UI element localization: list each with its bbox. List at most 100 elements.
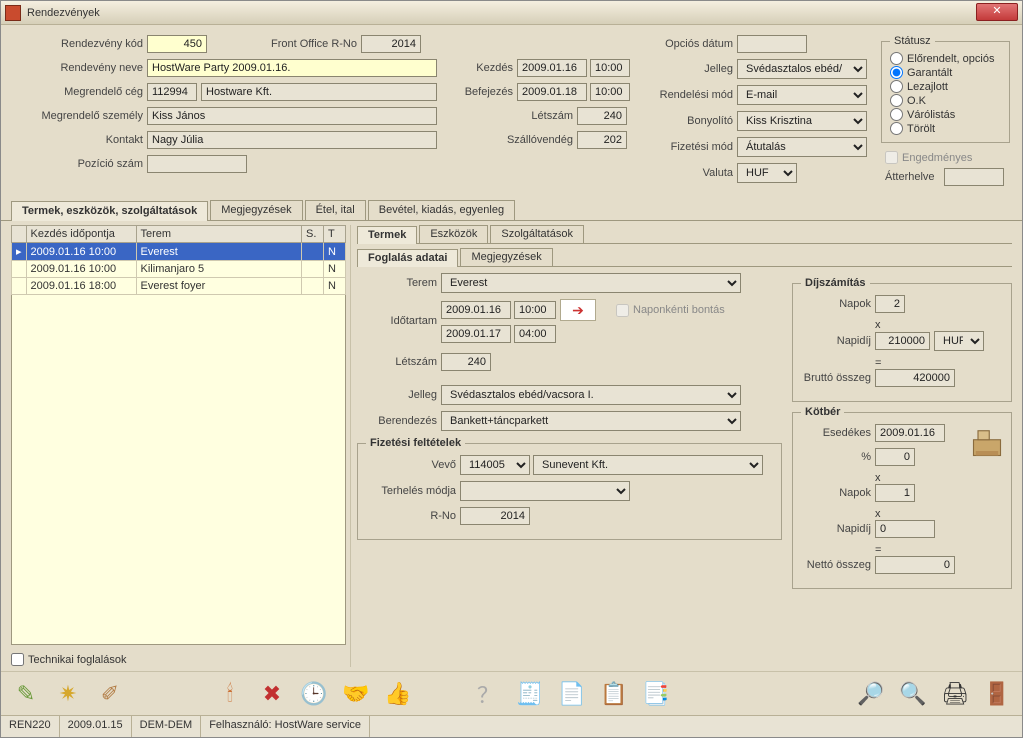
status-radio-guaranteed[interactable]	[890, 66, 903, 79]
subtab-booking-data[interactable]: Foglalás adatai	[357, 249, 458, 267]
rooms-grid[interactable]: Kezdés időpontja Terem S. T ▸ 2009.01.16…	[11, 225, 346, 295]
technical-bookings-checkbox[interactable]	[11, 653, 24, 666]
buyer-name-select[interactable]: Sunevent Kft.	[533, 455, 763, 475]
penalty-days-input[interactable]	[875, 484, 915, 502]
bk-type-select[interactable]: Svédasztalos ebéd/vacsora I.	[441, 385, 741, 405]
label-contact: Kontakt	[13, 134, 143, 146]
type-select[interactable]: Svédasztalos ebéd/	[737, 59, 867, 79]
customer-company-name[interactable]	[201, 83, 437, 101]
contact-input[interactable]	[147, 131, 437, 149]
label-hotel-guest: Szállóvendég	[443, 134, 573, 146]
col-t[interactable]: T	[324, 226, 346, 243]
zoom-search-icon[interactable]: 🔎	[854, 677, 888, 711]
bk-headcount-input[interactable]	[441, 353, 491, 371]
thumbs-up-icon[interactable]: 👍	[381, 677, 415, 711]
penalty-daily-rate-input[interactable]	[875, 520, 935, 538]
label-bk-headcount: Létszám	[357, 356, 437, 368]
tab-notes[interactable]: Megjegyzések	[210, 200, 302, 220]
close-icon[interactable]: ✕	[976, 3, 1018, 21]
printer-icon[interactable]: 🖨	[938, 677, 972, 711]
bk-equipment-select[interactable]: Bankett+táncparkett	[441, 411, 741, 431]
date-range-icon[interactable]: ➔	[560, 299, 596, 321]
subtab-equipment[interactable]: Eszközök	[419, 225, 488, 243]
status-env: DEM-DEM	[132, 716, 202, 737]
main-tabstrip: Termek, eszközök, szolgáltatások Megjegy…	[1, 200, 1022, 221]
tab-finance[interactable]: Bevétel, kiadás, egyenleg	[368, 200, 515, 220]
subtab-services[interactable]: Szolgáltatások	[490, 225, 584, 243]
start-time-input[interactable]	[590, 59, 630, 77]
grid-empty-area	[11, 295, 346, 645]
col-s[interactable]: S.	[302, 226, 324, 243]
label-pct: %	[801, 451, 871, 463]
penalty-fieldset: Kötbér Esedékes % x	[792, 406, 1012, 589]
duration-start-date[interactable]	[441, 301, 511, 319]
tab-food[interactable]: Étel, ital	[305, 200, 366, 220]
label-payment-mode: Fizetési mód	[643, 141, 733, 153]
clipboard-icon[interactable]: 📋	[597, 677, 631, 711]
rno-input[interactable]	[460, 507, 530, 525]
penalty-net-input[interactable]	[875, 556, 955, 574]
front-office-input[interactable]	[361, 35, 421, 53]
app-icon	[5, 5, 21, 21]
table-row[interactable]: 2009.01.16 10:00 Kilimanjaro 5 N	[12, 261, 346, 278]
status-radio-deleted[interactable]	[890, 122, 903, 135]
document-icon[interactable]: 📄	[555, 677, 589, 711]
option-date-input[interactable]	[737, 35, 807, 53]
candle-icon[interactable]: 🕯	[213, 677, 247, 711]
event-code-input[interactable]	[147, 35, 207, 53]
status-radio-ok[interactable]	[890, 94, 903, 107]
label-customer-company: Megrendelő cég	[13, 86, 143, 98]
table-row[interactable]: ▸ 2009.01.16 10:00 Everest N	[12, 243, 346, 261]
label-billing-mode: Terhelés módja	[366, 485, 456, 497]
label-front-office: Front Office R-No	[237, 38, 357, 50]
duration-start-time[interactable]	[514, 301, 556, 319]
buyer-code-select[interactable]: 114005	[460, 455, 530, 475]
end-date-input[interactable]	[517, 83, 587, 101]
duration-end-date[interactable]	[441, 325, 511, 343]
customer-person-input[interactable]	[147, 107, 437, 125]
brush-icon[interactable]: ✐	[93, 677, 127, 711]
status-radio-waitlist[interactable]	[890, 108, 903, 121]
duration-end-time[interactable]	[514, 325, 556, 343]
subtab-rooms[interactable]: Termek	[357, 226, 417, 244]
p-times-1: x	[875, 472, 1003, 484]
billing-mode-select[interactable]	[460, 481, 630, 501]
clock-icon[interactable]: 🕒	[297, 677, 331, 711]
cash-register-toolbar-icon[interactable]: 🧾	[513, 677, 547, 711]
order-mode-select[interactable]: E-mail	[737, 85, 867, 105]
col-room[interactable]: Terem	[136, 226, 301, 243]
position-no-input[interactable]	[147, 155, 247, 173]
headcount-input[interactable]	[577, 107, 627, 125]
table-row[interactable]: 2009.01.16 18:00 Everest foyer N	[12, 278, 346, 295]
start-date-input[interactable]	[517, 59, 587, 77]
relocated-input[interactable]	[944, 168, 1004, 186]
currency-select[interactable]: HUF	[737, 163, 797, 183]
col-start[interactable]: Kezdés időpontja	[26, 226, 136, 243]
status-radio-completed[interactable]	[890, 80, 903, 93]
notes-icon[interactable]: 📑	[639, 677, 673, 711]
room-select[interactable]: Everest	[441, 273, 741, 293]
payment-mode-select[interactable]: Átutalás	[737, 137, 867, 157]
penalty-pct-input[interactable]	[875, 448, 915, 466]
handshake-icon[interactable]: 🤝	[339, 677, 373, 711]
status-radio-preordered[interactable]	[890, 52, 903, 65]
tab-rooms[interactable]: Termek, eszközök, szolgáltatások	[11, 201, 208, 221]
customer-company-code[interactable]	[147, 83, 197, 101]
exit-icon[interactable]: 🚪	[980, 677, 1014, 711]
fee-currency-select[interactable]: HUF	[934, 331, 984, 351]
titlebar: Rendezvények ✕	[1, 1, 1022, 25]
event-name-input[interactable]	[147, 59, 437, 77]
star-icon[interactable]: ✷	[51, 677, 85, 711]
help-icon[interactable]: ？	[471, 677, 505, 711]
organizer-select[interactable]: Kiss Krisztina	[737, 111, 867, 131]
cancel-icon[interactable]: ✖	[255, 677, 289, 711]
hotel-guest-input[interactable]	[577, 131, 627, 149]
end-time-input[interactable]	[590, 83, 630, 101]
magnifier-icon[interactable]: 🔍	[896, 677, 930, 711]
pencil-icon[interactable]: ✎	[9, 677, 43, 711]
days-input[interactable]	[875, 295, 905, 313]
daily-rate-input[interactable]	[875, 332, 930, 350]
gross-input[interactable]	[875, 369, 955, 387]
subtab-booking-notes[interactable]: Megjegyzések	[460, 248, 552, 266]
penalty-due-input[interactable]	[875, 424, 945, 442]
